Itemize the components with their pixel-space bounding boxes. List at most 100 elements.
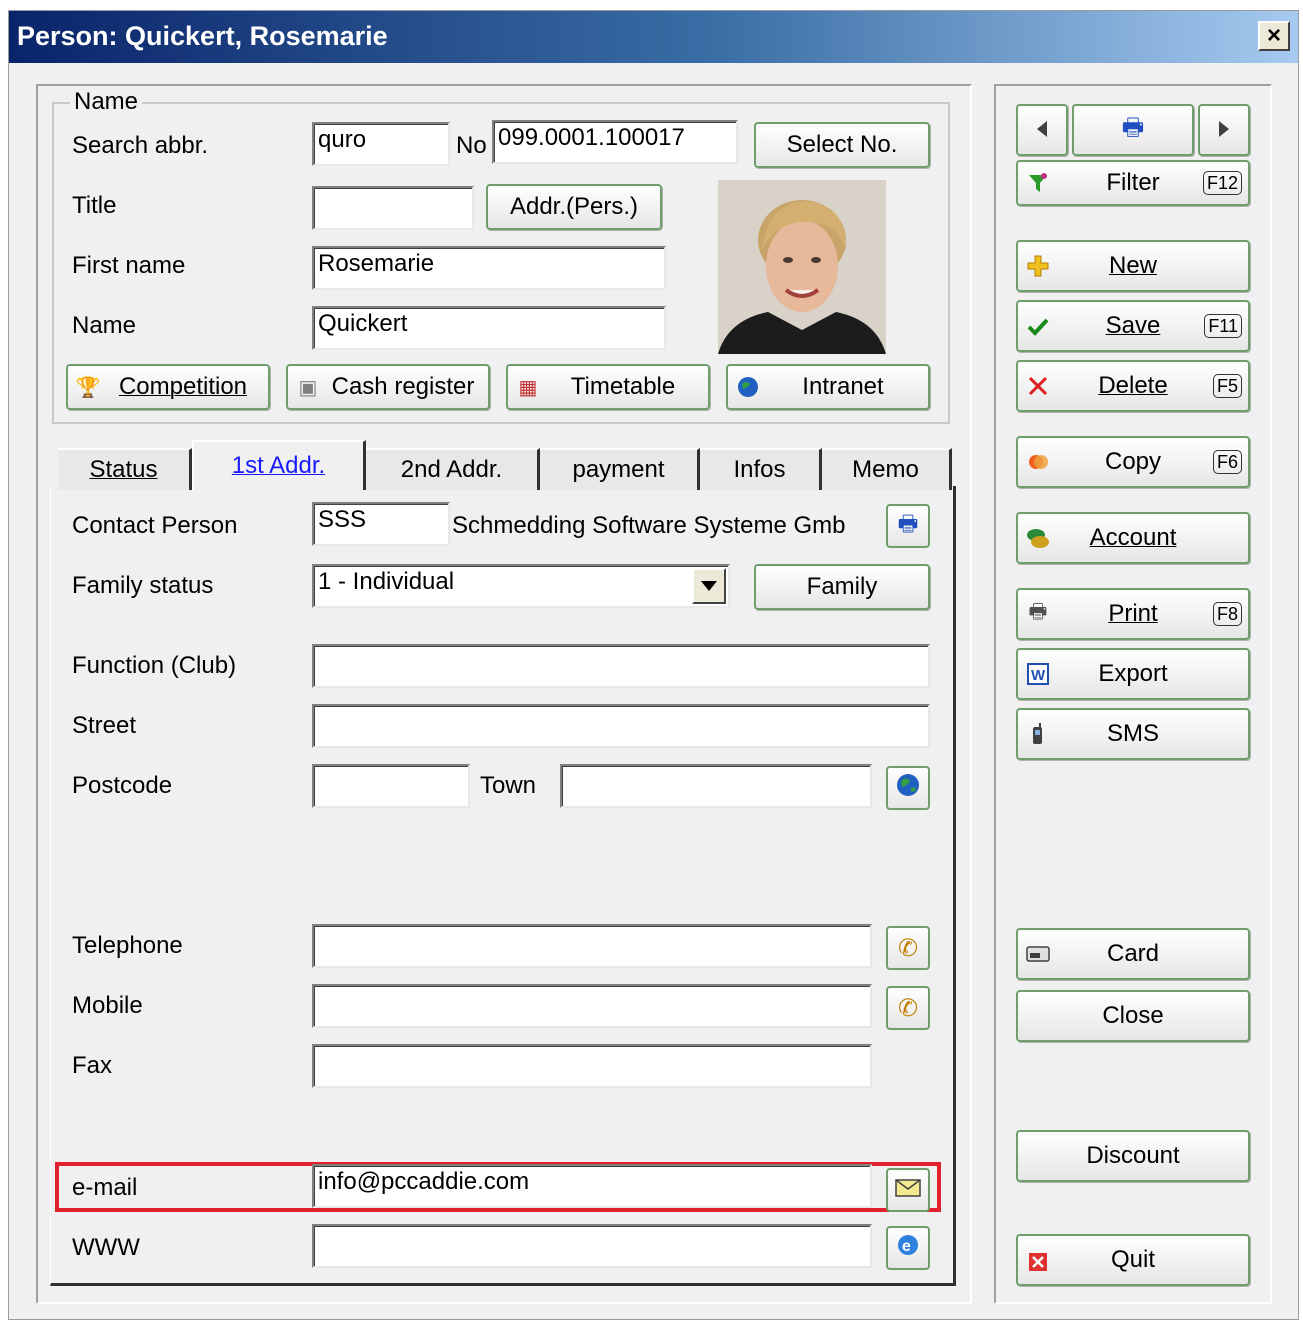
no-input[interactable]: 099.0001.100017 — [492, 120, 738, 164]
person-photo — [718, 180, 886, 354]
print-shortcut: F8 — [1212, 602, 1242, 626]
tab-memo[interactable]: Memo — [822, 448, 952, 490]
addr-pers-label: Addr.(Pers.) — [509, 193, 639, 220]
select-no-button[interactable]: Select No. — [754, 122, 930, 168]
send-email-button[interactable] — [886, 1168, 930, 1212]
telephone-input[interactable] — [312, 924, 872, 968]
name-label: Name — [72, 312, 137, 339]
filter-icon — [1026, 171, 1050, 195]
close-label: Close — [1102, 1002, 1164, 1029]
prev-record-button[interactable] — [1016, 104, 1068, 156]
function-label: Function (Club) — [72, 652, 237, 679]
tab-1st-addr[interactable]: 1st Addr. — [192, 440, 366, 490]
search-abbr-input[interactable]: quro — [312, 122, 450, 166]
quit-label: Quit — [1110, 1246, 1155, 1273]
timetable-button[interactable]: ▦ Timetable — [506, 364, 710, 410]
cash-register-label: Cash register — [331, 373, 475, 400]
tab-status-label: Status — [89, 456, 158, 483]
map-button[interactable] — [886, 766, 930, 810]
postcode-input[interactable] — [312, 764, 470, 808]
id-card-icon — [1026, 942, 1050, 966]
title-input[interactable] — [312, 186, 474, 230]
tab-memo-label: Memo — [852, 456, 919, 483]
call-telephone-button[interactable]: ✆ — [886, 926, 930, 970]
mobile-phone-icon — [1026, 722, 1050, 746]
addr-pers-button[interactable]: Addr.(Pers.) — [486, 184, 662, 230]
competition-label: Competition — [118, 373, 248, 400]
name-group-legend: Name — [70, 88, 143, 116]
family-button[interactable]: Family — [754, 564, 930, 610]
first-name-input[interactable]: Rosemarie — [312, 246, 666, 290]
family-status-label: Family status — [72, 572, 214, 599]
trophy-icon: 🏆 — [75, 376, 101, 399]
close-button[interactable]: Close — [1016, 990, 1250, 1042]
discount-label: Discount — [1086, 1142, 1180, 1169]
svg-text:W: W — [1031, 667, 1046, 684]
www-input[interactable] — [312, 1224, 872, 1268]
copy-button[interactable]: Copy F6 — [1016, 436, 1250, 488]
filter-button[interactable]: Filter F12 — [1016, 160, 1250, 206]
name-input[interactable]: Quickert — [312, 306, 666, 350]
account-label: Account — [1089, 524, 1177, 551]
tab-1st-addr-label: 1st Addr. — [231, 452, 326, 479]
card-label: Card — [1106, 940, 1160, 967]
arrow-right-icon — [1219, 116, 1229, 144]
open-web-button[interactable]: e — [886, 1226, 930, 1270]
email-input[interactable]: info@pccaddie.com — [312, 1164, 872, 1208]
delete-button[interactable]: Delete F5 — [1016, 360, 1250, 412]
card-button[interactable]: Card — [1016, 928, 1250, 980]
quit-button[interactable]: Quit — [1016, 1234, 1250, 1286]
search-abbr-label: Search abbr. — [72, 132, 209, 159]
account-button[interactable]: Account — [1016, 512, 1250, 564]
save-label: Save — [1105, 312, 1161, 339]
www-label: WWW — [72, 1234, 140, 1261]
copy-shortcut: F6 — [1212, 450, 1242, 474]
function-input[interactable] — [312, 644, 930, 688]
next-record-button[interactable] — [1198, 104, 1250, 156]
title-bar[interactable]: Person: Quickert, Rosemarie × — [9, 11, 1298, 63]
envelope-icon — [895, 1177, 921, 1203]
first-name-label: First name — [72, 252, 186, 279]
sms-button[interactable]: SMS — [1016, 708, 1250, 760]
globe-icon — [896, 773, 920, 803]
printer-icon: 🖶 — [897, 511, 919, 536]
tab-infos-label: Infos — [733, 456, 786, 483]
no-label: No — [456, 132, 487, 159]
close-window-button[interactable]: × — [1258, 21, 1290, 51]
checkmark-icon — [1026, 314, 1050, 338]
copy-label: Copy — [1104, 448, 1162, 475]
cash-register-button[interactable]: ▣ Cash register — [286, 364, 490, 410]
contact-person-input[interactable]: SSS — [312, 502, 450, 546]
filter-shortcut: F12 — [1202, 171, 1242, 195]
fax-input[interactable] — [312, 1044, 872, 1088]
tab-payment[interactable]: payment — [540, 448, 700, 490]
printer-icon: 🖶 — [1121, 113, 1145, 141]
tab-payment-label: payment — [572, 456, 665, 483]
tab-infos[interactable]: Infos — [700, 448, 822, 490]
family-label: Family — [806, 573, 878, 600]
call-mobile-button[interactable]: ✆ — [886, 986, 930, 1030]
copy-icon — [1026, 450, 1050, 474]
save-button[interactable]: Save F11 — [1016, 300, 1250, 352]
chevron-down-icon[interactable] — [692, 568, 726, 604]
arrow-left-icon — [1037, 116, 1047, 144]
intranet-label: Intranet — [802, 373, 884, 400]
tab-2nd-addr[interactable]: 2nd Addr. — [366, 448, 540, 490]
mobile-input[interactable] — [312, 984, 872, 1028]
print-button[interactable]: 🖶 Print F8 — [1016, 588, 1250, 640]
discount-button[interactable]: Discount — [1016, 1130, 1250, 1182]
quit-icon — [1026, 1250, 1050, 1274]
new-label: New — [1108, 252, 1157, 279]
printer-icon: 🖶 — [1028, 601, 1048, 623]
competition-button[interactable]: 🏆 Competition — [66, 364, 270, 410]
list-print-button[interactable]: 🖶 — [1072, 104, 1194, 156]
family-status-select[interactable]: 1 - Individual — [312, 564, 730, 608]
new-button[interactable]: New — [1016, 240, 1250, 292]
tab-status[interactable]: Status — [58, 448, 192, 490]
intranet-button[interactable]: Intranet — [726, 364, 930, 410]
export-button[interactable]: W Export — [1016, 648, 1250, 700]
town-input[interactable] — [560, 764, 872, 808]
contact-person-print-button[interactable]: 🖶 — [886, 504, 930, 548]
street-input[interactable] — [312, 704, 930, 748]
word-document-icon: W — [1026, 662, 1050, 686]
